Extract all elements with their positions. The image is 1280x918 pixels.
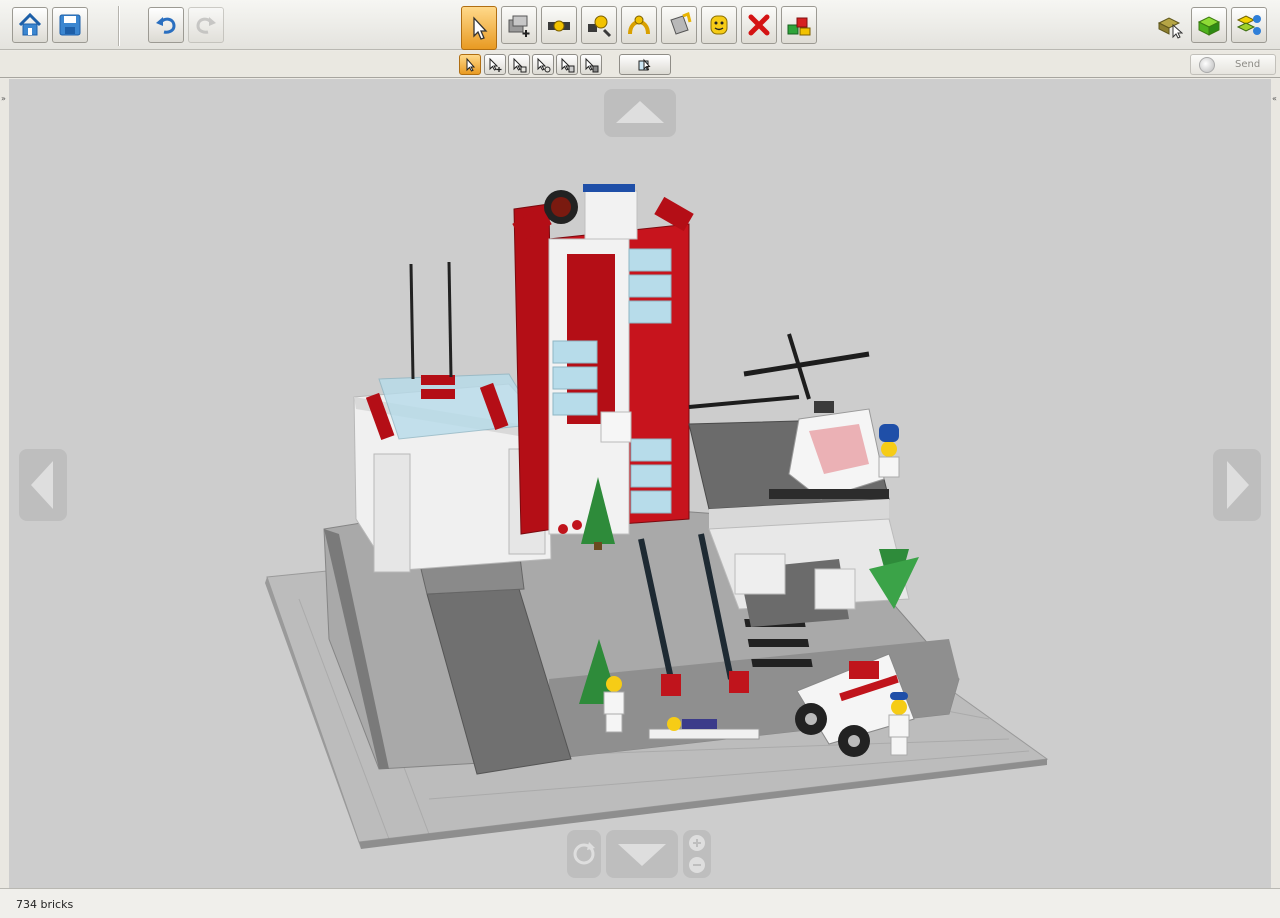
tower-window	[630, 464, 672, 488]
build-mode-button[interactable]	[1151, 7, 1187, 43]
garage-pillar	[373, 453, 411, 573]
minifig-head-icon	[710, 15, 728, 35]
single-select-button[interactable]	[459, 54, 481, 75]
hide-tool[interactable]	[781, 6, 817, 44]
flower	[572, 520, 582, 530]
cursor-color-icon	[537, 57, 551, 72]
cursor-icon	[473, 16, 488, 40]
camera-up-arrow[interactable]	[604, 89, 676, 137]
send-button[interactable]: Send	[1190, 54, 1276, 75]
tower-window	[630, 438, 672, 462]
tower-window	[552, 340, 598, 364]
tower-window	[628, 274, 672, 298]
antenna	[409, 263, 415, 380]
invert-selection-icon	[638, 58, 651, 71]
right-panel-collapse[interactable]: «	[1271, 79, 1280, 888]
minifig-paramedic	[878, 424, 900, 478]
delete-tool[interactable]	[741, 6, 777, 44]
select-tool[interactable]	[461, 6, 497, 50]
clone-brick-icon	[508, 15, 530, 37]
right-arrow-icon	[1227, 461, 1249, 509]
home-button[interactable]	[12, 7, 48, 43]
save-button[interactable]	[52, 7, 88, 43]
view-mode-icon	[1197, 16, 1221, 36]
antenna	[447, 261, 453, 378]
radar-dish-center	[551, 197, 571, 217]
flex-tool[interactable]	[621, 6, 657, 44]
lego-model-scene	[265, 184, 1049, 849]
hinge-icon	[548, 20, 570, 32]
view-mode-button[interactable]	[1191, 7, 1227, 43]
tower-top-block	[584, 190, 638, 240]
redo-button[interactable]	[188, 7, 224, 43]
paint-bucket-icon	[670, 11, 692, 35]
red-x-icon	[748, 14, 770, 36]
invert-selection-button[interactable]	[619, 54, 671, 75]
camera-down-arrow[interactable]	[606, 830, 678, 878]
hinge-align-icon	[588, 15, 612, 38]
redo-icon	[196, 17, 216, 34]
tower-window	[628, 300, 672, 324]
paint-tool[interactable]	[661, 6, 697, 44]
reset-view-button[interactable]	[567, 830, 601, 878]
camera-left-arrow[interactable]	[19, 449, 67, 521]
3d-viewport[interactable]	[9, 79, 1271, 888]
expand-icon: »	[1, 94, 6, 103]
floppy-disk-icon	[59, 14, 81, 36]
white-block	[814, 568, 856, 610]
building-guide-button[interactable]	[1231, 7, 1267, 43]
tower-window	[552, 366, 598, 390]
tower-window	[552, 392, 598, 416]
selection-subbar: Send	[0, 51, 1280, 78]
building-guide-icon	[1236, 15, 1261, 35]
zoom-in-out-icon	[689, 835, 705, 873]
tower-window	[628, 248, 672, 272]
lego-digital-designer-window: Send » « 734 bricks	[0, 0, 1280, 918]
cursor-single-icon	[466, 57, 476, 72]
hinge-tool[interactable]	[541, 6, 577, 44]
toolbar-separator	[118, 6, 120, 46]
expand-icon: «	[1272, 94, 1277, 103]
send-label: Send	[1235, 59, 1261, 70]
shape-select-button[interactable]	[556, 54, 578, 75]
hinge-align-tool[interactable]	[581, 6, 617, 44]
status-bar: 734 bricks	[0, 888, 1280, 918]
build-mode-icon	[1157, 17, 1183, 39]
minifig-doctor	[603, 676, 625, 733]
zoom-controls[interactable]	[683, 830, 711, 878]
down-arrow-icon	[618, 844, 666, 866]
tower-window	[630, 490, 672, 514]
brick-count: 734 bricks	[16, 898, 74, 911]
cursor-color-shape-icon	[585, 57, 599, 72]
main-toolbar	[0, 0, 1280, 50]
cursor-plus-icon	[489, 57, 502, 72]
decoration-tool[interactable]	[701, 6, 737, 44]
home-icon	[18, 12, 42, 36]
camera-right-arrow[interactable]	[1213, 449, 1261, 521]
cursor-connected-icon	[513, 57, 527, 72]
undo-button[interactable]	[148, 7, 184, 43]
color-shape-select-button[interactable]	[580, 54, 602, 75]
hide-bricks-icon	[787, 17, 811, 36]
connected-select-button[interactable]	[508, 54, 530, 75]
reset-view-icon	[573, 842, 595, 865]
flex-icon	[628, 15, 650, 35]
left-panel-collapse[interactable]: »	[0, 79, 9, 888]
multi-select-button[interactable]	[484, 54, 506, 75]
tower-awning	[600, 411, 632, 443]
red-tower-left	[513, 203, 555, 535]
cursor-shape-icon	[561, 57, 575, 72]
white-block	[734, 553, 786, 595]
blue-siren-bar	[583, 184, 635, 192]
flower	[558, 524, 568, 534]
red-roof-piece	[421, 389, 455, 399]
tree-trunk	[594, 542, 602, 550]
color-select-button[interactable]	[532, 54, 554, 75]
send-icon	[1199, 56, 1215, 73]
up-arrow-icon	[616, 101, 664, 123]
left-arrow-icon	[31, 461, 53, 509]
undo-icon	[156, 17, 176, 34]
clone-tool[interactable]	[501, 6, 537, 44]
